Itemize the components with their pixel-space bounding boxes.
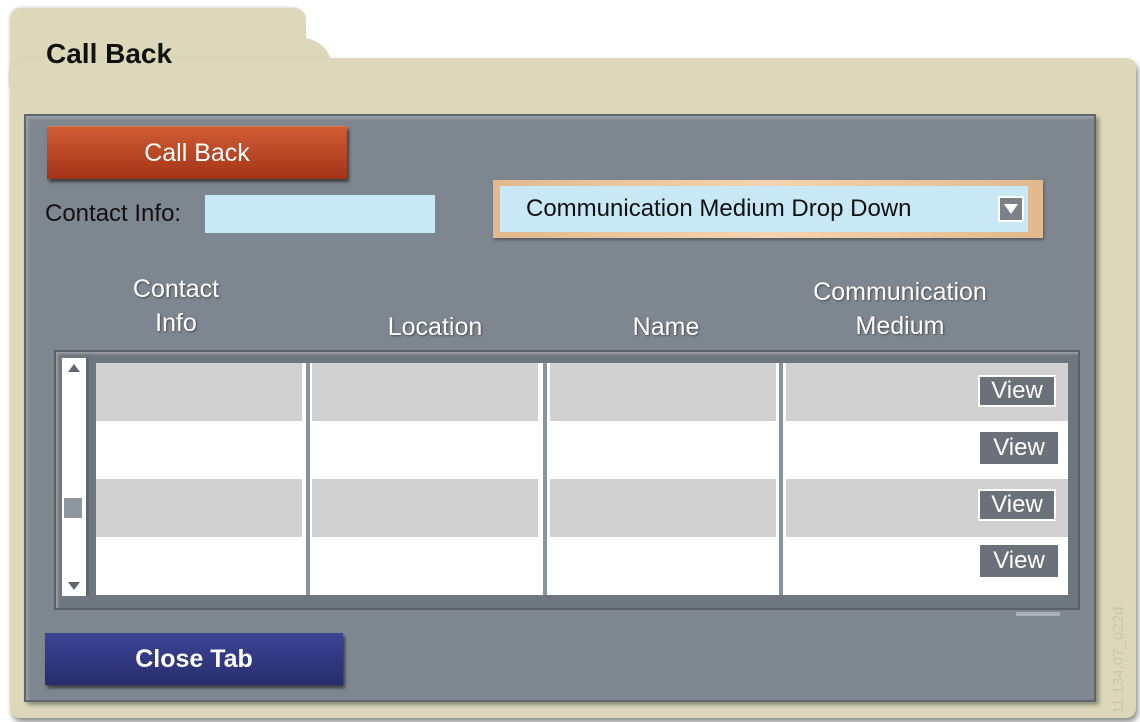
call-back-button[interactable]: Call Back (47, 126, 347, 179)
cell-name (550, 363, 776, 421)
view-button[interactable]: View (978, 375, 1056, 407)
close-tab-button[interactable]: Close Tab (45, 633, 343, 685)
vertical-scrollbar[interactable] (62, 358, 89, 596)
contact-info-input[interactable] (205, 195, 435, 233)
column-header-contact-info: Contact Info (132, 275, 220, 337)
table-row[interactable] (96, 421, 1068, 479)
cell-location (312, 421, 538, 479)
column-divider (779, 363, 783, 595)
cell-contact-info (96, 479, 302, 537)
column-header-name: Name (632, 313, 700, 341)
cell-location (312, 479, 538, 537)
view-button[interactable]: View (980, 545, 1058, 577)
figure-id-watermark: 11.134.07_022d (1110, 606, 1127, 714)
column-header-communication-medium: Communication Medium (813, 278, 987, 340)
cell-contact-info (96, 421, 302, 479)
tab-title: Call Back (46, 38, 173, 69)
table-row[interactable] (96, 363, 1068, 421)
view-button[interactable]: View (980, 432, 1058, 464)
horizontal-scroll-stub (1016, 612, 1060, 616)
cell-contact-info (96, 537, 302, 595)
column-divider (306, 363, 310, 595)
scroll-down-icon[interactable] (65, 578, 83, 594)
triangle-down-icon[interactable] (998, 196, 1024, 222)
contact-info-label: Contact Info: (45, 200, 182, 227)
cell-contact-info (96, 363, 302, 421)
scroll-up-icon[interactable] (65, 360, 83, 376)
results-table (96, 363, 1068, 595)
cell-location (312, 537, 538, 595)
scroll-thumb[interactable] (64, 498, 82, 518)
cell-name (550, 537, 776, 595)
column-divider (543, 363, 547, 595)
communication-medium-dropdown[interactable]: Communication Medium Drop Down (500, 186, 1028, 232)
view-button[interactable]: View (978, 489, 1056, 521)
table-row[interactable] (96, 537, 1068, 595)
dropdown-label: Communication Medium Drop Down (526, 195, 912, 222)
table-row[interactable] (96, 479, 1068, 537)
cell-name (550, 421, 776, 479)
cell-name (550, 479, 776, 537)
cell-location (312, 363, 538, 421)
column-header-location: Location (387, 313, 483, 341)
